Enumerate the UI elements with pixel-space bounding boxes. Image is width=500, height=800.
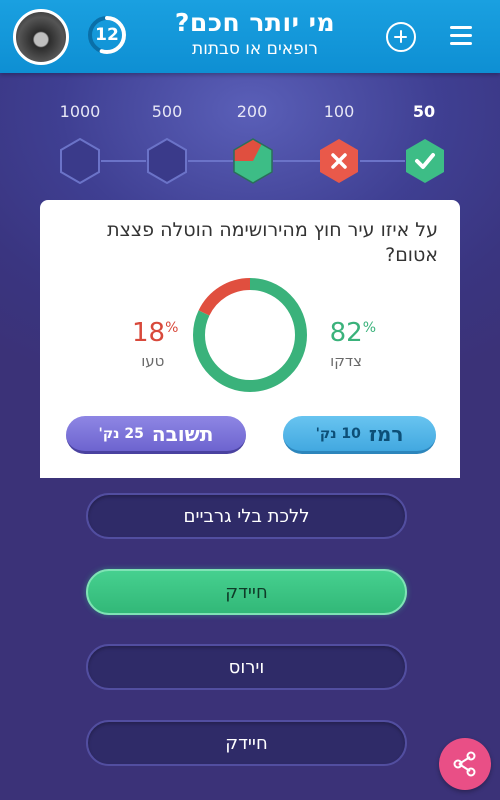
answer-cost: 25 נק' <box>98 425 144 442</box>
wrong-percent: 18 <box>132 318 166 348</box>
reveal-answer-button[interactable]: תשובה 25 נק' <box>66 416 246 454</box>
answer-option[interactable]: וירוס <box>86 644 407 690</box>
wrong-stat: 18% טעו <box>132 318 178 370</box>
share-icon <box>453 751 476 777</box>
ladder-score-200: 200 <box>236 102 268 121</box>
ladder-score-500: 500 <box>151 102 183 121</box>
question-card: על איזו עיר חוץ מהירושימה הוטלה פצצת אטו… <box>40 200 460 478</box>
ladder-score-50: 50 <box>412 102 436 121</box>
ladder-score-1000: 1000 <box>59 102 101 121</box>
question-text: על איזו עיר חוץ מהירושימה הוטלה פצצת אטו… <box>107 219 438 266</box>
hint-cost: 10 נק' <box>315 425 361 442</box>
answer-label: תשובה <box>151 421 214 446</box>
ladder-connector <box>360 160 405 162</box>
top-bar: 12 מי יותר חכם? רופאים או סבתות <box>0 0 500 73</box>
page-subtitle: רופאים או סבתות <box>192 39 318 59</box>
percent-sign: % <box>362 320 376 336</box>
hint-button[interactable]: רמז 10 נק' <box>283 416 436 454</box>
level-badge: 12 <box>86 14 128 56</box>
hint-label: רמז <box>368 421 404 446</box>
ladder-step-locked <box>147 138 187 184</box>
page-title: מי יותר חכם? <box>174 8 336 37</box>
level-number: 12 <box>95 25 119 45</box>
ladder-score-100: 100 <box>323 102 355 121</box>
ladder-step-locked <box>60 138 100 184</box>
answer-stats-donut <box>193 278 307 392</box>
correct-stat: 82% צדקו <box>330 318 376 370</box>
ladder-step-correct <box>406 139 444 183</box>
answer-option[interactable]: ללכת בלי גרביים <box>86 493 407 539</box>
answer-option[interactable]: חיידק <box>86 720 407 766</box>
ladder-step-wrong <box>320 139 358 183</box>
ladder-connector <box>188 160 233 162</box>
percent-sign: % <box>165 320 179 336</box>
answer-option-correct[interactable]: חיידק <box>86 569 407 615</box>
hamburger-menu-icon[interactable] <box>450 26 472 46</box>
ladder-connector <box>273 160 320 162</box>
correct-percent: 82 <box>329 318 363 348</box>
wrong-label: טעו <box>141 352 165 370</box>
share-button[interactable] <box>439 738 491 790</box>
ladder-step-current <box>233 138 273 184</box>
plus-icon[interactable] <box>386 22 416 52</box>
user-avatar[interactable] <box>13 9 69 65</box>
correct-label: צדקו <box>330 352 362 370</box>
ladder-connector <box>101 160 146 162</box>
